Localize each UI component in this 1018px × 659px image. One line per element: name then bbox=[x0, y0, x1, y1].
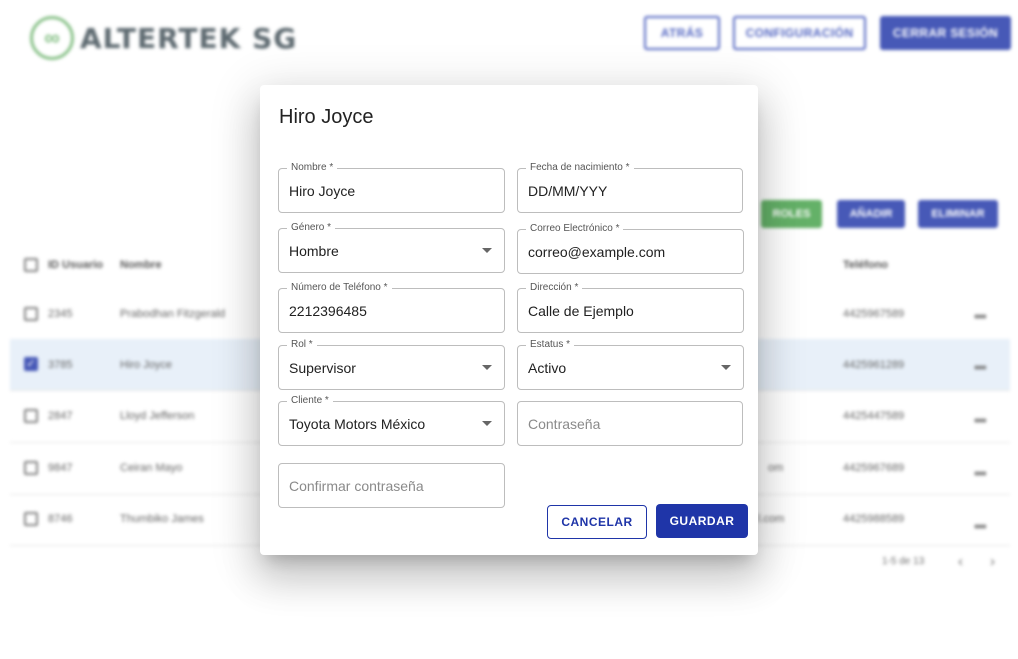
confirm-password-placeholder: Confirmar contraseña bbox=[289, 478, 424, 494]
status-value: Activo bbox=[528, 360, 567, 376]
nombre-label: Nombre * bbox=[287, 162, 338, 174]
birthdate-field[interactable]: Fecha de nacimiento * DD/MM/YYY bbox=[517, 162, 743, 213]
gender-value: Hombre bbox=[289, 243, 339, 259]
address-field[interactable]: Dirección * Calle de Ejemplo bbox=[517, 282, 744, 333]
phone-label: Número de Teléfono * bbox=[287, 282, 392, 294]
birthdate-value: DD/MM/YYY bbox=[528, 183, 608, 199]
role-value: Supervisor bbox=[289, 360, 356, 376]
email-label: Correo Electrónico * bbox=[526, 223, 624, 235]
phone-field[interactable]: Número de Teléfono * 2212396485 bbox=[278, 282, 505, 333]
status-select[interactable]: Estatus * Activo bbox=[517, 339, 744, 390]
gender-select[interactable]: Género * Hombre bbox=[278, 222, 505, 273]
edit-user-dialog: Hiro Joyce Nombre * Hiro Joyce Fecha de … bbox=[260, 85, 758, 555]
client-select[interactable]: Cliente * Toyota Motors México bbox=[278, 395, 505, 446]
caret-down-icon[interactable] bbox=[482, 421, 492, 426]
save-button[interactable]: GUARDAR bbox=[656, 504, 748, 538]
password-field[interactable]: Contraseña bbox=[517, 401, 743, 446]
address-value: Calle de Ejemplo bbox=[528, 303, 634, 319]
birthdate-label: Fecha de nacimiento * bbox=[526, 162, 634, 174]
caret-down-icon[interactable] bbox=[721, 365, 731, 370]
email-field[interactable]: Correo Electrónico * correo@example.com bbox=[517, 223, 744, 274]
address-label: Dirección * bbox=[526, 282, 583, 294]
cancel-button[interactable]: CANCELAR bbox=[547, 505, 647, 539]
role-select[interactable]: Rol * Supervisor bbox=[278, 339, 505, 390]
status-label: Estatus * bbox=[526, 339, 575, 351]
client-value: Toyota Motors México bbox=[289, 416, 426, 432]
role-label: Rol * bbox=[287, 339, 317, 351]
nombre-field[interactable]: Nombre * Hiro Joyce bbox=[278, 162, 505, 213]
email-value: correo@example.com bbox=[528, 244, 666, 260]
nombre-value: Hiro Joyce bbox=[289, 183, 356, 199]
phone-value: 2212396485 bbox=[289, 303, 367, 319]
gender-label: Género * bbox=[287, 222, 336, 234]
dialog-title: Hiro Joyce bbox=[279, 106, 374, 128]
password-placeholder: Contraseña bbox=[528, 416, 601, 432]
caret-down-icon[interactable] bbox=[482, 365, 492, 370]
caret-down-icon[interactable] bbox=[482, 248, 492, 253]
client-label: Cliente * bbox=[287, 395, 333, 407]
confirm-password-field[interactable]: Confirmar contraseña bbox=[278, 463, 505, 508]
